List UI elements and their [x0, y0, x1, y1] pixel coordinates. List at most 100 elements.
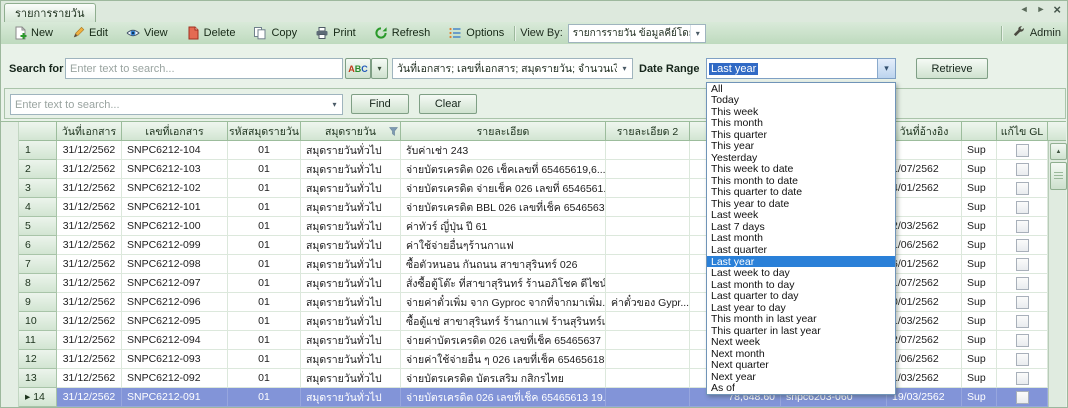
- cell-sup[interactable]: Sup: [962, 274, 997, 293]
- chevron-down-icon[interactable]: ▾: [690, 25, 705, 42]
- cell-sup[interactable]: Sup: [962, 369, 997, 388]
- cell-ref_date[interactable]: 19/03/2562: [887, 388, 962, 407]
- cell-detail2[interactable]: [606, 160, 690, 179]
- row-header[interactable]: 8: [19, 274, 57, 293]
- cell-journal_code[interactable]: 01: [228, 236, 301, 255]
- cell-detail2[interactable]: [606, 388, 690, 407]
- cell-doc_no[interactable]: SNPC6212-095: [122, 312, 228, 331]
- cell-gl[interactable]: [997, 236, 1048, 255]
- cell-doc_no[interactable]: SNPC6212-104: [122, 141, 228, 160]
- edit-gl-checkbox[interactable]: [1016, 144, 1029, 157]
- cell-doc_no[interactable]: SNPC6212-101: [122, 198, 228, 217]
- cell-date[interactable]: 31/12/2562: [57, 217, 122, 236]
- scroll-up-icon[interactable]: ▲: [1050, 143, 1067, 160]
- cell-journal[interactable]: สมุดรายวันทั่วไป: [301, 312, 401, 331]
- cell-gl[interactable]: [997, 369, 1048, 388]
- edit-gl-checkbox[interactable]: [1016, 182, 1029, 195]
- cell-gl[interactable]: [997, 179, 1048, 198]
- row-header[interactable]: 13: [19, 369, 57, 388]
- cell-gl[interactable]: [997, 331, 1048, 350]
- cell-detail[interactable]: จ่ายค่าตั๋วเพิ่ม จาก Gyproc จากที่จากมาเ…: [401, 293, 606, 312]
- date-range-option[interactable]: This week: [707, 106, 895, 118]
- date-range-option[interactable]: Yesterday: [707, 152, 895, 164]
- view-by-combobox[interactable]: รายการรายวัน ข้อมูลคีย์โดยตรง ▾: [568, 24, 706, 43]
- row-header[interactable]: 10: [19, 312, 57, 331]
- date-range-option[interactable]: Last year: [707, 256, 895, 268]
- cell-detail[interactable]: รับค่าเช่า 243: [401, 141, 606, 160]
- date-range-option[interactable]: This quarter: [707, 129, 895, 141]
- date-range-option[interactable]: Last quarter to day: [707, 290, 895, 302]
- cell-journal[interactable]: สมุดรายวันทั่วไป: [301, 369, 401, 388]
- cell-detail[interactable]: จ่ายบัตรเครดิต BBL 026 เลขที่เช็ค 654656…: [401, 198, 606, 217]
- cell-date[interactable]: 31/12/2562: [57, 293, 122, 312]
- edit-gl-checkbox[interactable]: [1016, 372, 1029, 385]
- date-range-option[interactable]: This week to date: [707, 164, 895, 176]
- cell-date[interactable]: 31/12/2562: [57, 255, 122, 274]
- date-range-option[interactable]: This year to date: [707, 198, 895, 210]
- edit-gl-checkbox[interactable]: [1016, 296, 1029, 309]
- row-header[interactable]: 4: [19, 198, 57, 217]
- cell-detail[interactable]: สั่งซื้อตู้โต๊ะ ที่สาขาสุรินทร์ ร้านอภิโ…: [401, 274, 606, 293]
- date-range-option[interactable]: This month to date: [707, 175, 895, 187]
- cell-sup[interactable]: Sup: [962, 160, 997, 179]
- cell-doc_no[interactable]: SNPC6212-096: [122, 293, 228, 312]
- cell-journal[interactable]: สมุดรายวันทั่วไป: [301, 293, 401, 312]
- cell-sup[interactable]: Sup: [962, 388, 997, 407]
- cell-detail2[interactable]: [606, 369, 690, 388]
- column-header-journal[interactable]: สมุดรายวัน: [301, 122, 401, 141]
- cell-gl[interactable]: [997, 388, 1048, 407]
- cell-detail[interactable]: ซื้อตู้แช่ สาขาสุรินทร์ ร้านกาแฟ ร้านสุร…: [401, 312, 606, 331]
- cell-ref_date[interactable]: 2/07/2562: [887, 331, 962, 350]
- cell-gl[interactable]: [997, 312, 1048, 331]
- cell-ref_date[interactable]: 6/01/2562: [887, 255, 962, 274]
- cell-doc_no[interactable]: SNPC6212-097: [122, 274, 228, 293]
- cell-journal_code[interactable]: 01: [228, 331, 301, 350]
- scroll-tabs-left-icon[interactable]: ◄: [1020, 4, 1029, 14]
- cell-detail2[interactable]: [606, 312, 690, 331]
- cell-journal[interactable]: สมุดรายวันทั่วไป: [301, 236, 401, 255]
- row-header[interactable]: 9: [19, 293, 57, 312]
- cell-journal[interactable]: สมุดรายวันทั่วไป: [301, 274, 401, 293]
- cell-detail2[interactable]: [606, 236, 690, 255]
- match-options-dropdown-button[interactable]: ▾: [371, 58, 388, 79]
- row-header[interactable]: 2: [19, 160, 57, 179]
- cell-ref_date[interactable]: [887, 141, 962, 160]
- row-header[interactable]: ▸ 14: [19, 388, 57, 407]
- cell-sup[interactable]: Sup: [962, 350, 997, 369]
- row-header[interactable]: 1: [19, 141, 57, 160]
- cell-ref_date[interactable]: [887, 198, 962, 217]
- row-header[interactable]: 5: [19, 217, 57, 236]
- column-header-doc_no[interactable]: เลขที่เอกสาร: [122, 122, 228, 141]
- column-header-detail2[interactable]: รายละเอียด 2: [606, 122, 690, 141]
- cell-ref_date[interactable]: 1/06/2562: [887, 350, 962, 369]
- cell-detail[interactable]: ค่าใช้จ่ายอื่นๆร้านกาแฟ: [401, 236, 606, 255]
- cell-ref_date[interactable]: 1/06/2562: [887, 236, 962, 255]
- find-input[interactable]: [11, 99, 327, 111]
- column-header-sup[interactable]: [962, 122, 997, 141]
- row-header[interactable]: 12: [19, 350, 57, 369]
- cell-detail[interactable]: จ่ายบัตรเครดิต จ่ายเช็ค 026 เลขที่ 65465…: [401, 179, 606, 198]
- cell-detail2[interactable]: [606, 350, 690, 369]
- date-range-option[interactable]: Last month: [707, 233, 895, 245]
- cell-detail2[interactable]: [606, 141, 690, 160]
- column-header-journal_code[interactable]: รหัสสมุดรายวัน: [228, 122, 301, 141]
- cell-sup[interactable]: Sup: [962, 312, 997, 331]
- cell-date[interactable]: 31/12/2562: [57, 331, 122, 350]
- cell-journal[interactable]: สมุดรายวันทั่วไป: [301, 255, 401, 274]
- date-range-option[interactable]: Last week: [707, 210, 895, 222]
- cell-ref_date[interactable]: 1/07/2562: [887, 160, 962, 179]
- chevron-down-icon[interactable]: ▾: [877, 59, 895, 78]
- cell-sup[interactable]: Sup: [962, 255, 997, 274]
- cell-date[interactable]: 31/12/2562: [57, 312, 122, 331]
- edit-gl-checkbox[interactable]: [1016, 201, 1029, 214]
- cell-ref_date[interactable]: 1/03/2562: [887, 312, 962, 331]
- cell-date[interactable]: 31/12/2562: [57, 350, 122, 369]
- cell-journal_code[interactable]: 01: [228, 160, 301, 179]
- refresh-button[interactable]: Refresh: [368, 25, 437, 41]
- cell-detail2[interactable]: [606, 217, 690, 236]
- column-header-gl[interactable]: แก้ไข GL: [997, 122, 1048, 141]
- cell-sup[interactable]: Sup: [962, 179, 997, 198]
- cell-gl[interactable]: [997, 198, 1048, 217]
- date-range-option[interactable]: This year: [707, 141, 895, 153]
- date-range-option[interactable]: Last year to day: [707, 302, 895, 314]
